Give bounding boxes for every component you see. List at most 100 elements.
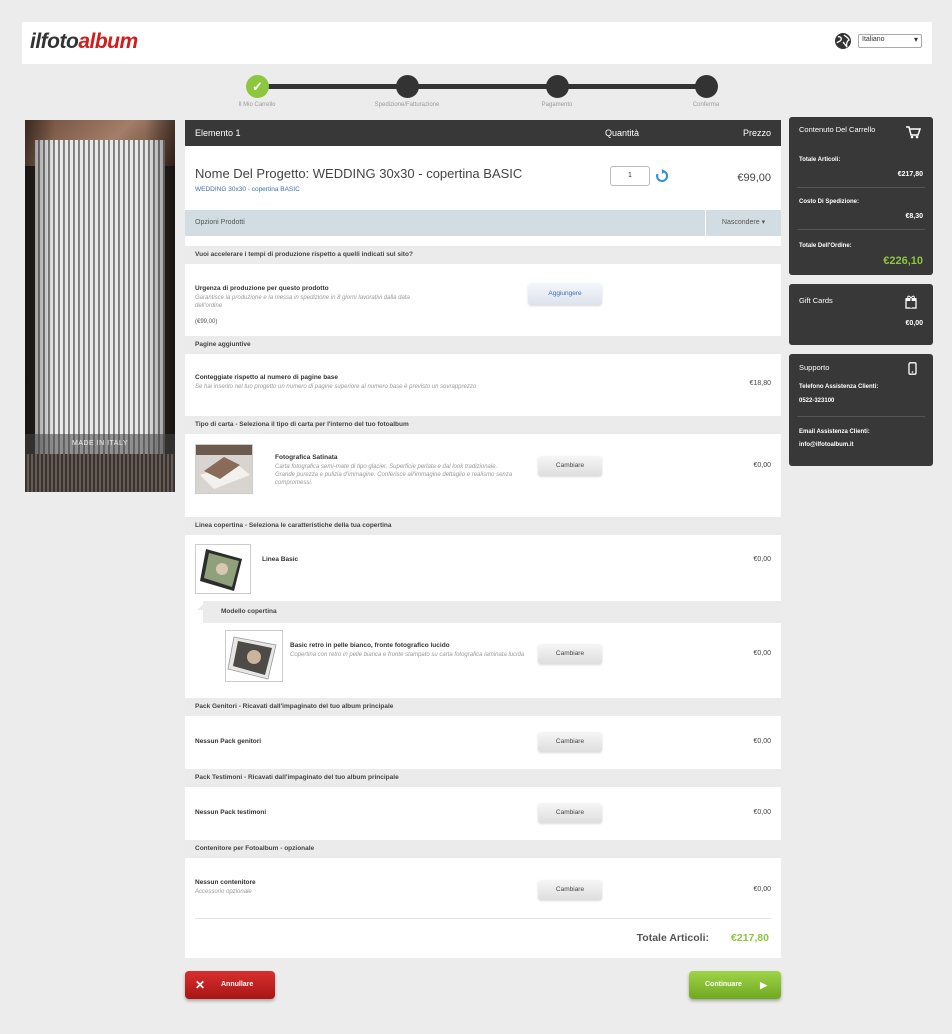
refresh-icon[interactable] xyxy=(655,169,669,183)
cover-model-price: €0,00 xyxy=(753,650,771,657)
step-3-label: Pagamento xyxy=(541,102,573,108)
change-parents-pack-button[interactable]: Cambiare xyxy=(538,732,602,752)
extra-pages-price: €18,80 xyxy=(749,380,771,387)
total-divider xyxy=(195,918,771,919)
product-price: €99,00 xyxy=(737,172,771,184)
paper-thumbnail xyxy=(195,444,253,494)
options-label: Opzioni Prodotti xyxy=(195,219,245,226)
parents-pack-title: Nessun Pack genitori xyxy=(195,738,262,745)
step-1-done-icon: ✓ xyxy=(246,75,269,98)
item-heading: Elemento 1 xyxy=(195,128,241,138)
gift-cards-box: Gift Cards €0,00 xyxy=(789,284,933,345)
cover-model-thumbnail xyxy=(225,630,283,682)
witness-pack-price: €0,00 xyxy=(753,809,771,816)
witness-pack-section-header: Pack Testimoni - Ricavati dall'impaginat… xyxy=(185,769,781,787)
price-heading: Prezzo xyxy=(742,128,771,138)
cart-sep-1 xyxy=(797,187,925,188)
globe-icon xyxy=(835,33,851,49)
logo-text-1: ilfoto xyxy=(30,30,79,53)
language-dropdown[interactable]: Italiano xyxy=(858,34,922,48)
hide-options-toggle[interactable]: Nascondere ▾ xyxy=(705,210,781,236)
checkout-steps: ✓ Il Mio Carrello Spedizione/Fatturazion… xyxy=(232,72,732,112)
support-sep xyxy=(797,416,925,417)
extra-pages-section-header: Pagine aggiuntive xyxy=(185,336,781,354)
support-email-value[interactable]: info@ilfotoalbum.it xyxy=(799,442,854,448)
made-in-italy-caption: MADE IN ITALY xyxy=(25,434,175,454)
cart-icon xyxy=(906,126,921,139)
container-section-header: Contenitore per Fotoalbum - opzionale xyxy=(185,840,781,858)
change-paper-button[interactable]: Cambiare xyxy=(538,456,602,476)
urgency-section-header: Vuoi accelerare i tempi di produzione ri… xyxy=(185,246,781,264)
close-icon: ✕ xyxy=(195,978,206,992)
support-email-label: Email Assistenza Clienti: xyxy=(799,429,870,435)
witness-pack-title: Nessun Pack testimoni xyxy=(195,809,267,816)
cart-items-label: Totale Articoli: xyxy=(799,157,841,163)
step-3-dot xyxy=(546,75,569,98)
cart-table-header: Elemento 1 Quantità Prezzo xyxy=(185,120,781,146)
extra-pages-desc: Se hai inserito nel tuo progetto un nume… xyxy=(195,384,477,390)
cover-line-thumbnail xyxy=(195,544,251,594)
cover-model-title: Basic retro in pelle bianco, fronte foto… xyxy=(290,642,450,649)
parents-pack-section-header: Pack Genitori - Ricavati dall'impaginato… xyxy=(185,698,781,716)
gift-icon xyxy=(905,295,917,309)
quantity-input[interactable]: 1 xyxy=(610,166,650,186)
support-phone-label: Telefono Assistenza Clienti: xyxy=(799,384,879,390)
project-subtitle-link[interactable]: WEDDING 30x30 - copertina BASIC xyxy=(195,186,300,193)
product-options-bar: Opzioni Prodotti Nascondere ▾ xyxy=(185,210,781,236)
paper-thumbnail-image xyxy=(196,445,252,493)
gift-cards-title: Gift Cards xyxy=(799,296,833,305)
support-box: Supporto Telefono Assistenza Clienti: 05… xyxy=(789,354,933,466)
cart-items-value: €217,80 xyxy=(897,171,923,178)
urgency-price: (€99,00) xyxy=(195,319,218,325)
cart-sep-2 xyxy=(797,229,925,230)
change-container-button[interactable]: Cambiare xyxy=(538,880,602,900)
cover-model-section-header: Modello copertina xyxy=(203,601,781,623)
support-phone-value[interactable]: 0522-323100 xyxy=(799,398,834,404)
album-photo: MADE IN ITALY xyxy=(25,120,175,492)
container-desc: Accessorio opzionale xyxy=(195,889,252,895)
step-1-label: Il Mio Carrello xyxy=(238,102,276,108)
phone-icon xyxy=(908,362,917,375)
add-urgency-button[interactable]: Aggiungere xyxy=(528,283,602,305)
cover-model-desc: Copertina con retro in pelle bianca e fr… xyxy=(290,652,525,658)
continue-label: Continuare xyxy=(705,981,742,988)
paper-title: Fotografica Satinata xyxy=(275,454,338,461)
step-4-dot xyxy=(695,75,718,98)
extra-pages-title: Conteggiate rispetto al numero di pagine… xyxy=(195,374,339,381)
cart-summary-title: Contenuto Del Carrello xyxy=(799,125,876,134)
change-witness-pack-button[interactable]: Cambiare xyxy=(538,803,602,823)
urgency-title: Urgenza di produzione per questo prodott… xyxy=(195,285,329,292)
order-total-value: €226,10 xyxy=(883,255,923,267)
shipping-label: Costo Di Spedizione: xyxy=(799,199,859,205)
cover-model-thumbnail-image xyxy=(226,631,282,681)
language-selector: Italiano xyxy=(834,32,922,50)
total-items-value: €217,80 xyxy=(731,932,769,944)
continue-button[interactable]: Continuare ▶ xyxy=(689,971,781,999)
cancel-label: Annullare xyxy=(221,981,254,988)
cancel-button[interactable]: ✕ Annullare xyxy=(185,971,275,999)
total-items-label: Totale Articoli: xyxy=(636,932,709,944)
support-title: Supporto xyxy=(799,363,830,372)
step-2-label: Spedizione/Fatturazione xyxy=(374,102,440,108)
urgency-desc: Garantisce la produzione e la messa in s… xyxy=(195,295,410,309)
album-bottom-image xyxy=(25,454,175,492)
order-total-label: Totale Dell'Ordine: xyxy=(799,243,852,249)
cart-summary-box: Contenuto Del Carrello Totale Articoli: … xyxy=(789,117,933,275)
parents-pack-price: €0,00 xyxy=(753,738,771,745)
paper-section-header: Tipo di carta - Seleziona il tipo di car… xyxy=(185,416,781,434)
cover-line-section-header: Linea copertina - Seleziona le caratteri… xyxy=(185,517,781,535)
step-2-dot xyxy=(396,75,419,98)
cart-main-panel: Elemento 1 Quantità Prezzo Nome Del Prog… xyxy=(185,120,781,958)
quantity-heading: Quantità xyxy=(605,128,640,138)
gift-cards-value: €0,00 xyxy=(905,320,923,327)
paper-price: €0,00 xyxy=(753,462,771,469)
cover-line-title: Linea Basic xyxy=(262,556,299,563)
container-title: Nessun contenitore xyxy=(195,879,256,886)
logo[interactable]: ilfotoalbum xyxy=(30,30,138,54)
paper-desc: Carta fotografica semi-mate di tipo glac… xyxy=(275,464,513,486)
header: ilfotoalbum Italiano xyxy=(22,22,932,64)
container-price: €0,00 xyxy=(753,886,771,893)
steps-line xyxy=(257,84,717,89)
change-cover-model-button[interactable]: Cambiare xyxy=(538,644,602,664)
project-name: Nome Del Progetto: WEDDING 30x30 - coper… xyxy=(195,166,523,181)
